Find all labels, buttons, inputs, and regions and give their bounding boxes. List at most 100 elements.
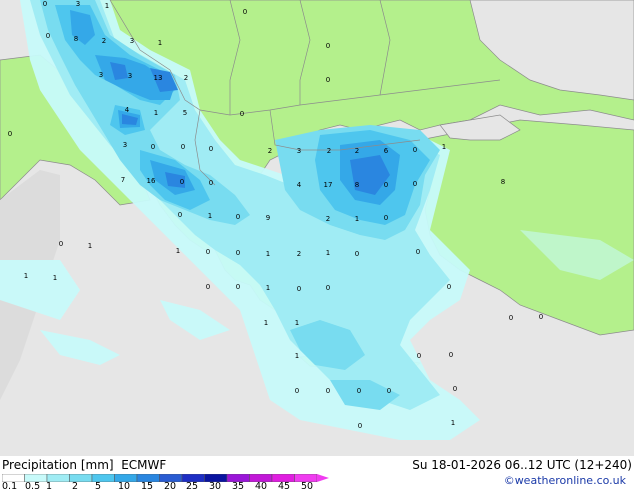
precip-value-label: 2	[268, 147, 272, 155]
scale-overflow-arrow	[317, 474, 329, 482]
precip-value-label: 0	[326, 387, 330, 395]
precip-value-label: 4	[125, 106, 130, 114]
precip-value-label: 1	[105, 2, 109, 10]
scale-tick-label: 30	[209, 481, 222, 492]
precip-value-label: 0	[240, 110, 244, 118]
map-title: Precipitation [mm] ECMWF	[2, 458, 166, 472]
precip-value-label: 1	[451, 419, 455, 427]
precip-value-label: 0	[295, 387, 299, 395]
precip-value-label: 0	[326, 284, 330, 292]
precip-value-label: 2	[327, 147, 331, 155]
precip-value-label: 0	[59, 240, 63, 248]
precip-value-label: 1	[266, 284, 270, 292]
precip-value-label: 0	[539, 313, 543, 321]
precip-value-label: 4	[297, 181, 302, 189]
scale-tick-label: 40	[255, 481, 268, 492]
precip-value-label: 8	[355, 181, 359, 189]
precip-value-label: 0	[357, 387, 361, 395]
precip-value-label: 8	[74, 35, 78, 43]
precip-value-label: 1	[295, 352, 299, 360]
credit-link[interactable]: ©weatheronline.co.uk	[504, 474, 626, 488]
precip-value-label: 1	[208, 212, 212, 220]
precip-value-label: 1	[53, 274, 57, 282]
precip-value-label: 0	[387, 387, 391, 395]
precip-value-label: 0	[384, 181, 388, 189]
precip-value-label: 1	[24, 272, 28, 280]
precip-value-label: 2	[102, 37, 106, 45]
scale-tick-label: 1	[46, 481, 53, 492]
precip-value-label: 0	[236, 283, 240, 291]
valid-time: Su 18-01-2026 06..12 UTC (12+240)	[412, 458, 632, 472]
precip-value-label: 3	[297, 147, 301, 155]
scale-tick-label: 25	[186, 481, 199, 492]
precip-value-label: 2	[297, 250, 301, 258]
precip-value-label: 0	[236, 213, 240, 221]
precip-value-label: 0	[447, 283, 451, 291]
precip-value-label: 1	[355, 215, 359, 223]
scale-tick-label: 2	[72, 481, 79, 492]
scale-tick-label: 10	[118, 481, 131, 492]
precip-value-label: 0	[509, 314, 513, 322]
precip-value-label: 1	[154, 109, 158, 117]
precip-value-label: 0	[46, 32, 50, 40]
precip-value-label: 1	[295, 319, 299, 327]
precip-value-label: 3	[99, 71, 103, 79]
precip-value-label: 0	[417, 352, 421, 360]
precip-value-label: 3	[123, 141, 127, 149]
precip-value-label: 1	[176, 247, 180, 255]
precip-value-label: 3	[128, 72, 132, 80]
precip-value-label: 0	[206, 248, 210, 256]
precip-value-label: 6	[384, 147, 389, 155]
precip-value-label: 3	[76, 0, 80, 8]
scale-tick-label: 45	[278, 481, 291, 492]
precip-value-label: 1	[266, 250, 270, 258]
precip-value-label: 3	[130, 37, 134, 45]
precip-value-label: 1	[264, 319, 268, 327]
precip-value-label: 17	[324, 181, 333, 189]
precip-value-label: 0	[236, 249, 240, 257]
precip-value-label: 5	[183, 109, 187, 117]
precip-value-label: 1	[158, 39, 162, 47]
scale-tick-label: 0.5	[25, 481, 41, 492]
scale-tick-label: 0.1	[2, 481, 18, 492]
precip-value-label: 0	[384, 214, 388, 222]
title-text: Precipitation [mm]	[2, 458, 114, 472]
precip-value-label: 0	[180, 178, 184, 186]
precip-value-label: 0	[181, 143, 185, 151]
scale-tick-label: 50	[301, 481, 314, 492]
scale-tick-label: 20	[164, 481, 177, 492]
precip-value-label: 0	[355, 250, 359, 258]
scale-tick-label: 35	[232, 481, 245, 492]
precip-value-label: 0	[358, 422, 362, 430]
precip-value-label: 0	[413, 180, 417, 188]
precip-value-label: 13	[154, 74, 163, 82]
precip-value-label: 1	[88, 242, 92, 250]
precip-value-label: 1	[442, 143, 446, 151]
precip-value-label: 0	[206, 283, 210, 291]
precip-value-label: 0	[326, 42, 330, 50]
precip-value-label: 0	[297, 285, 301, 293]
model-name: ECMWF	[121, 458, 167, 472]
precip-value-label: 16	[147, 177, 156, 185]
precip-value-label: 0	[43, 0, 47, 8]
scale-tick-label: 15	[141, 481, 154, 492]
precip-value-label: 2	[355, 147, 359, 155]
precip-value-label: 9	[266, 214, 270, 222]
precip-value-label: 0	[209, 179, 213, 187]
precip-value-label: 0	[243, 8, 247, 16]
scale-tick-label: 5	[95, 481, 102, 492]
precip-value-label: 0	[151, 143, 155, 151]
precip-value-label: 0	[416, 248, 420, 256]
precip-value-label: 2	[326, 215, 330, 223]
precip-value-label: 2	[184, 74, 188, 82]
precip-value-label: 7	[121, 176, 125, 184]
precip-value-label: 0	[8, 130, 12, 138]
precip-value-label: 0	[453, 385, 457, 393]
precip-value-label: 0	[178, 211, 182, 219]
precip-value-label: 8	[501, 178, 505, 186]
precip-value-label: 0	[449, 351, 453, 359]
precip-value-label: 0	[209, 145, 213, 153]
precipitation-map: 0 3 1 0 8 2 3 1 0 3 3 13 2 0 0 4 1 5 0 0 3 0 0 0 2 3 2 2 6 0 1 7 16 0 0 4 17…	[0, 0, 634, 456]
precip-value-label: 0	[326, 76, 330, 84]
precip-value-label: 1	[326, 249, 330, 257]
